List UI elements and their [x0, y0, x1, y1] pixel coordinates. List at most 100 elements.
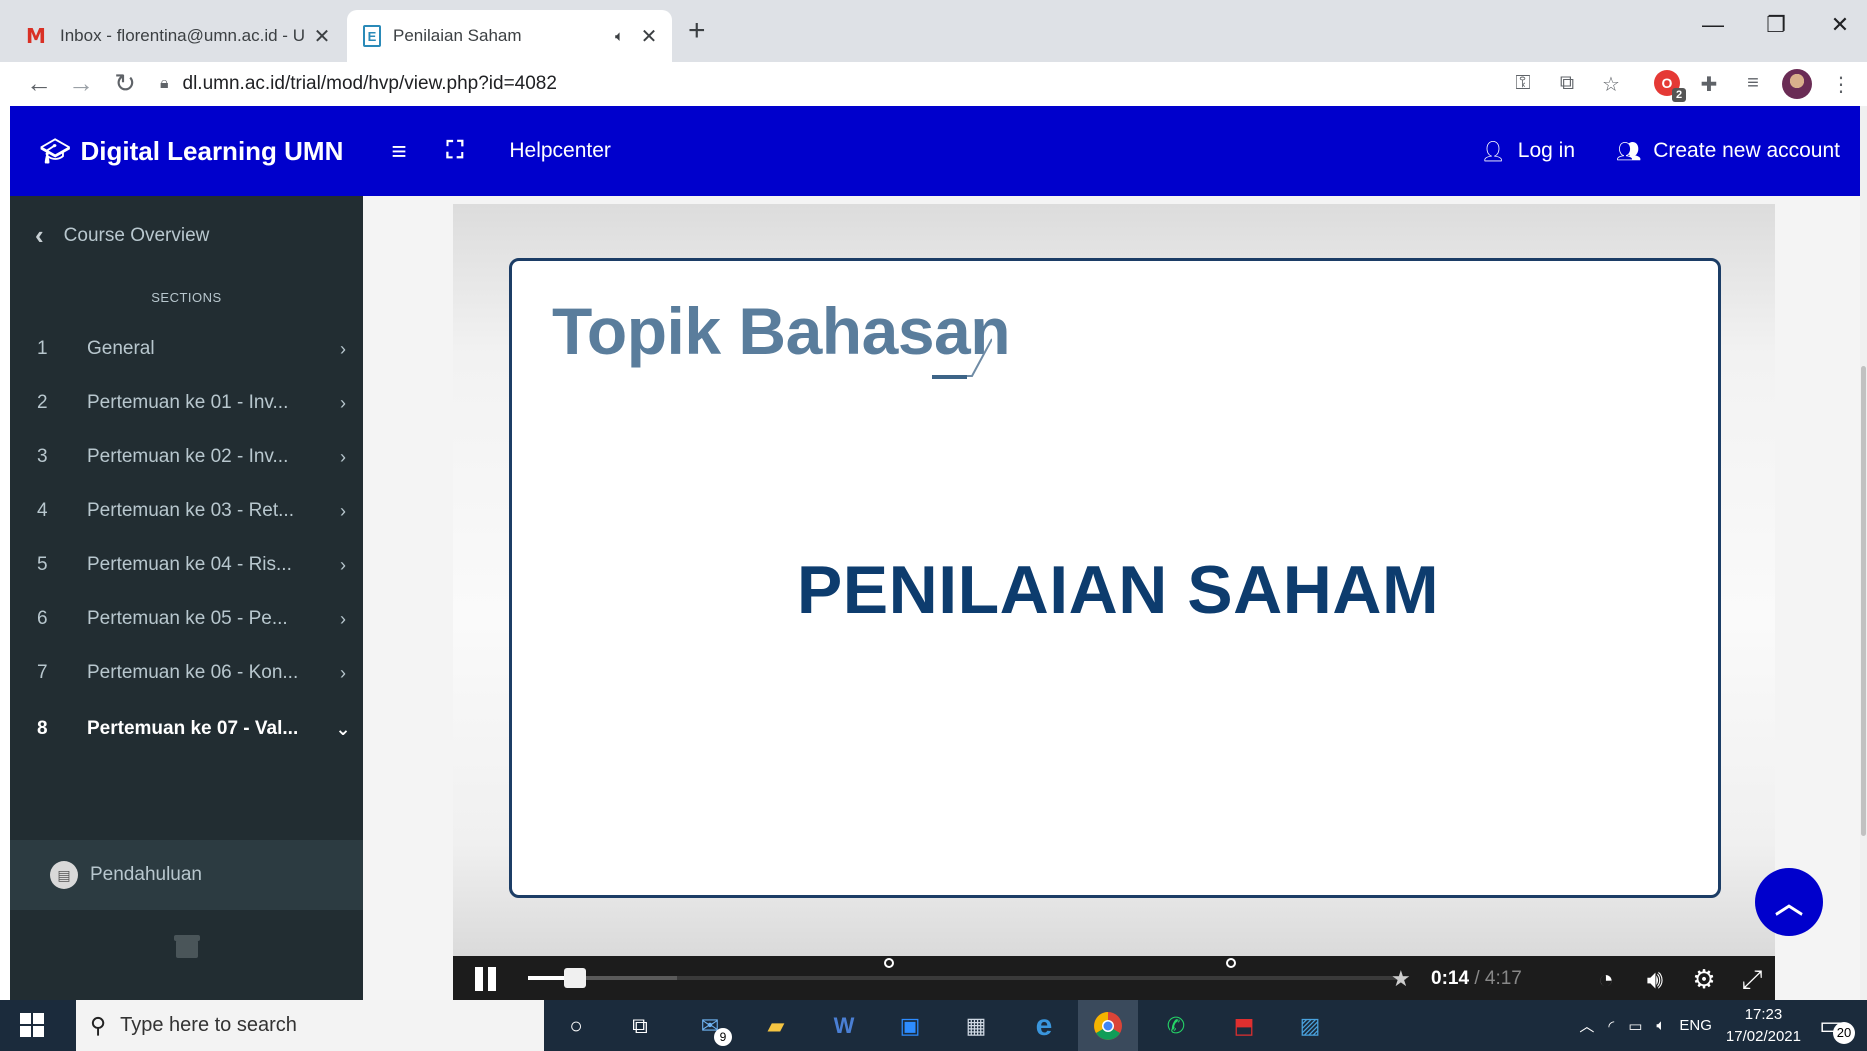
fullscreen-expand-icon[interactable]: ⤢ — [1735, 964, 1769, 996]
site-brand[interactable]: 🎓︎ Digital Learning UMN — [40, 136, 343, 167]
file-explorer-icon[interactable]: ▰ — [758, 1008, 794, 1044]
new-tab-button[interactable]: + — [688, 14, 706, 48]
minimize-icon[interactable]: — — [1693, 12, 1733, 38]
close-tab-icon[interactable]: ✕ — [638, 24, 660, 49]
page-icon: ▤ — [50, 861, 78, 889]
word-icon[interactable]: W — [826, 1008, 862, 1044]
activity-item-pendahuluan[interactable]: ▤ Pendahuluan — [10, 840, 363, 910]
section-item[interactable]: 5 Pertemuan ke 04 - Ris... › — [10, 538, 363, 592]
search-placeholder: Type here to search — [120, 1014, 297, 1036]
wifi-icon[interactable]: ◜ — [1608, 1017, 1614, 1035]
brand-name: Digital Learning UMN — [80, 135, 344, 166]
volume-icon[interactable]: 🔊︎ — [1638, 964, 1672, 996]
taskbar-clock[interactable]: 17:23 17/02/2021 — [1726, 1004, 1801, 1048]
section-item[interactable]: 2 Pertemuan ke 01 - Inv... › — [10, 376, 363, 430]
section-item[interactable]: 7 Pertemuan ke 06 - Kon... › — [10, 646, 363, 700]
chevron-right-icon: › — [340, 392, 346, 413]
action-center-icon[interactable]: ▭ 20 — [1815, 1006, 1855, 1046]
url-field[interactable]: 🔒︎ dl.umn.ac.id/trial/mod/hvp/view.php?i… — [160, 66, 1520, 102]
e-icon: E — [363, 25, 381, 47]
reload-icon[interactable]: ↻ — [108, 68, 142, 99]
section-label: Pertemuan ke 04 - Ris... — [87, 554, 292, 575]
chevron-right-icon: › — [340, 446, 346, 467]
photos-icon[interactable]: ▨ — [1292, 1008, 1328, 1044]
login-label: Log in — [1517, 139, 1575, 162]
time-separator: / — [1474, 968, 1480, 989]
zoom-icon[interactable]: ▣ — [892, 1008, 928, 1044]
chevron-right-icon: › — [340, 500, 346, 521]
forward-icon[interactable]: → — [64, 68, 98, 99]
extension-icon[interactable]: O2 — [1654, 70, 1686, 102]
section-number: 2 — [37, 392, 48, 413]
media-control-icon[interactable]: ≡ — [1738, 72, 1768, 95]
section-number: 4 — [37, 500, 48, 521]
interaction-marker[interactable] — [884, 958, 894, 968]
audio-playing-icon[interactable]: 🔈︎ — [615, 28, 624, 45]
notification-count: 20 — [1833, 1021, 1855, 1044]
search-icon: ⚲ — [90, 1012, 107, 1038]
profile-avatar[interactable] — [1782, 69, 1812, 99]
language-indicator[interactable]: ENG — [1679, 1017, 1712, 1034]
star-marker-icon[interactable]: ★ — [1391, 966, 1411, 992]
back-to-top-button[interactable]: ︿ — [1755, 868, 1823, 936]
playback-speed-icon[interactable]: ◔ — [1589, 964, 1623, 995]
tab-penilaian-saham[interactable]: E Penilaian Saham 🔈︎ ✕ — [347, 10, 672, 62]
taskbar-search-field[interactable]: ⚲ Type here to search — [76, 1000, 544, 1051]
section-item[interactable]: 1 General › — [10, 322, 363, 376]
bookmark-star-icon[interactable]: ☆ — [1596, 72, 1626, 97]
section-item[interactable]: 6 Pertemuan ke 05 - Pe... › — [10, 592, 363, 646]
section-number: 6 — [37, 608, 48, 629]
task-view-icon[interactable]: ⧉ — [622, 1008, 658, 1044]
hamburger-menu-icon[interactable]: ≡ — [391, 136, 406, 167]
speaker-icon[interactable]: 🔈︎ — [1656, 1017, 1665, 1034]
course-overview-link[interactable]: ‹ Course Overview — [35, 220, 209, 251]
login-link[interactable]: 👤︎ Log in — [1480, 139, 1575, 164]
chevron-right-icon: › — [340, 554, 346, 575]
battery-icon[interactable]: ▭ — [1628, 1017, 1642, 1035]
helpcenter-link[interactable]: Helpcenter — [509, 139, 611, 163]
acrobat-icon[interactable]: ⬒ — [1226, 1008, 1262, 1044]
fullscreen-icon[interactable]: ⛶ — [447, 137, 464, 165]
chrome-logo — [1094, 1012, 1122, 1040]
whatsapp-icon[interactable]: ✆ — [1158, 1008, 1194, 1044]
hvp-content-card: Topik Bahasan PENILAIAN SAHAM ★ 0:14 / 4… — [453, 204, 1775, 1000]
translate-icon[interactable]: ⧉ — [1552, 72, 1582, 95]
create-account-link[interactable]: 👥︎ Create new account — [1616, 139, 1840, 164]
seek-handle[interactable] — [564, 968, 587, 988]
puzzle-icon[interactable]: ✚ — [1694, 72, 1724, 97]
tab-title: Penilaian Saham — [393, 26, 522, 45]
mail-icon[interactable]: ✉ 9 — [692, 1008, 732, 1046]
pause-button[interactable] — [475, 967, 499, 991]
section-item[interactable]: 3 Pertemuan ke 02 - Inv... › — [10, 430, 363, 484]
section-item-active[interactable]: 8 Pertemuan ke 07 - Val... ⌄ — [10, 702, 363, 756]
store-icon[interactable]: ▦ — [958, 1008, 994, 1044]
chevron-right-icon: › — [340, 338, 346, 359]
interaction-marker[interactable] — [1226, 958, 1236, 968]
page-scrollbar-thumb[interactable] — [1861, 366, 1866, 836]
section-number: 3 — [37, 446, 48, 467]
video-frame[interactable]: Topik Bahasan PENILAIAN SAHAM — [453, 204, 1775, 956]
windows-start-icon[interactable] — [20, 1013, 44, 1037]
tab-title: Inbox - florentina@umn.ac.id - U — [60, 26, 305, 45]
restore-icon[interactable]: ❐ — [1756, 12, 1796, 38]
chrome-icon[interactable] — [1090, 1008, 1126, 1044]
kebab-menu-icon[interactable]: ⋮ — [1826, 72, 1856, 97]
back-icon[interactable]: ← — [22, 68, 56, 99]
section-label: Pertemuan ke 02 - Inv... — [87, 446, 289, 467]
lock-icon[interactable]: 🔒︎ — [160, 75, 169, 93]
close-tab-icon[interactable]: ✕ — [311, 24, 333, 49]
cortana-icon[interactable]: ○ — [558, 1008, 594, 1044]
address-bar: ← → ↻ 🔒︎ dl.umn.ac.id/trial/mod/hvp/view… — [0, 62, 1867, 106]
section-item[interactable]: 4 Pertemuan ke 03 - Ret... › — [10, 484, 363, 538]
duration: 4:17 — [1484, 968, 1522, 989]
course-sidebar: ‹ Course Overview SECTIONS 1 General › 2… — [10, 196, 363, 1000]
window-close-icon[interactable]: ✕ — [1820, 12, 1860, 38]
edge-icon[interactable]: e — [1026, 1008, 1062, 1044]
section-label: Pertemuan ke 01 - Inv... — [87, 392, 289, 413]
seek-bar[interactable] — [528, 958, 1406, 980]
chevron-up-icon[interactable]: ︿ — [1579, 1015, 1594, 1036]
tab-inbox[interactable]: Inbox - florentina@umn.ac.id - U ✕ — [10, 10, 345, 62]
section-label: Pertemuan ke 03 - Ret... — [87, 500, 294, 521]
key-icon[interactable]: ⚿ — [1508, 72, 1538, 95]
settings-gear-icon[interactable]: ⚙ — [1687, 964, 1721, 995]
